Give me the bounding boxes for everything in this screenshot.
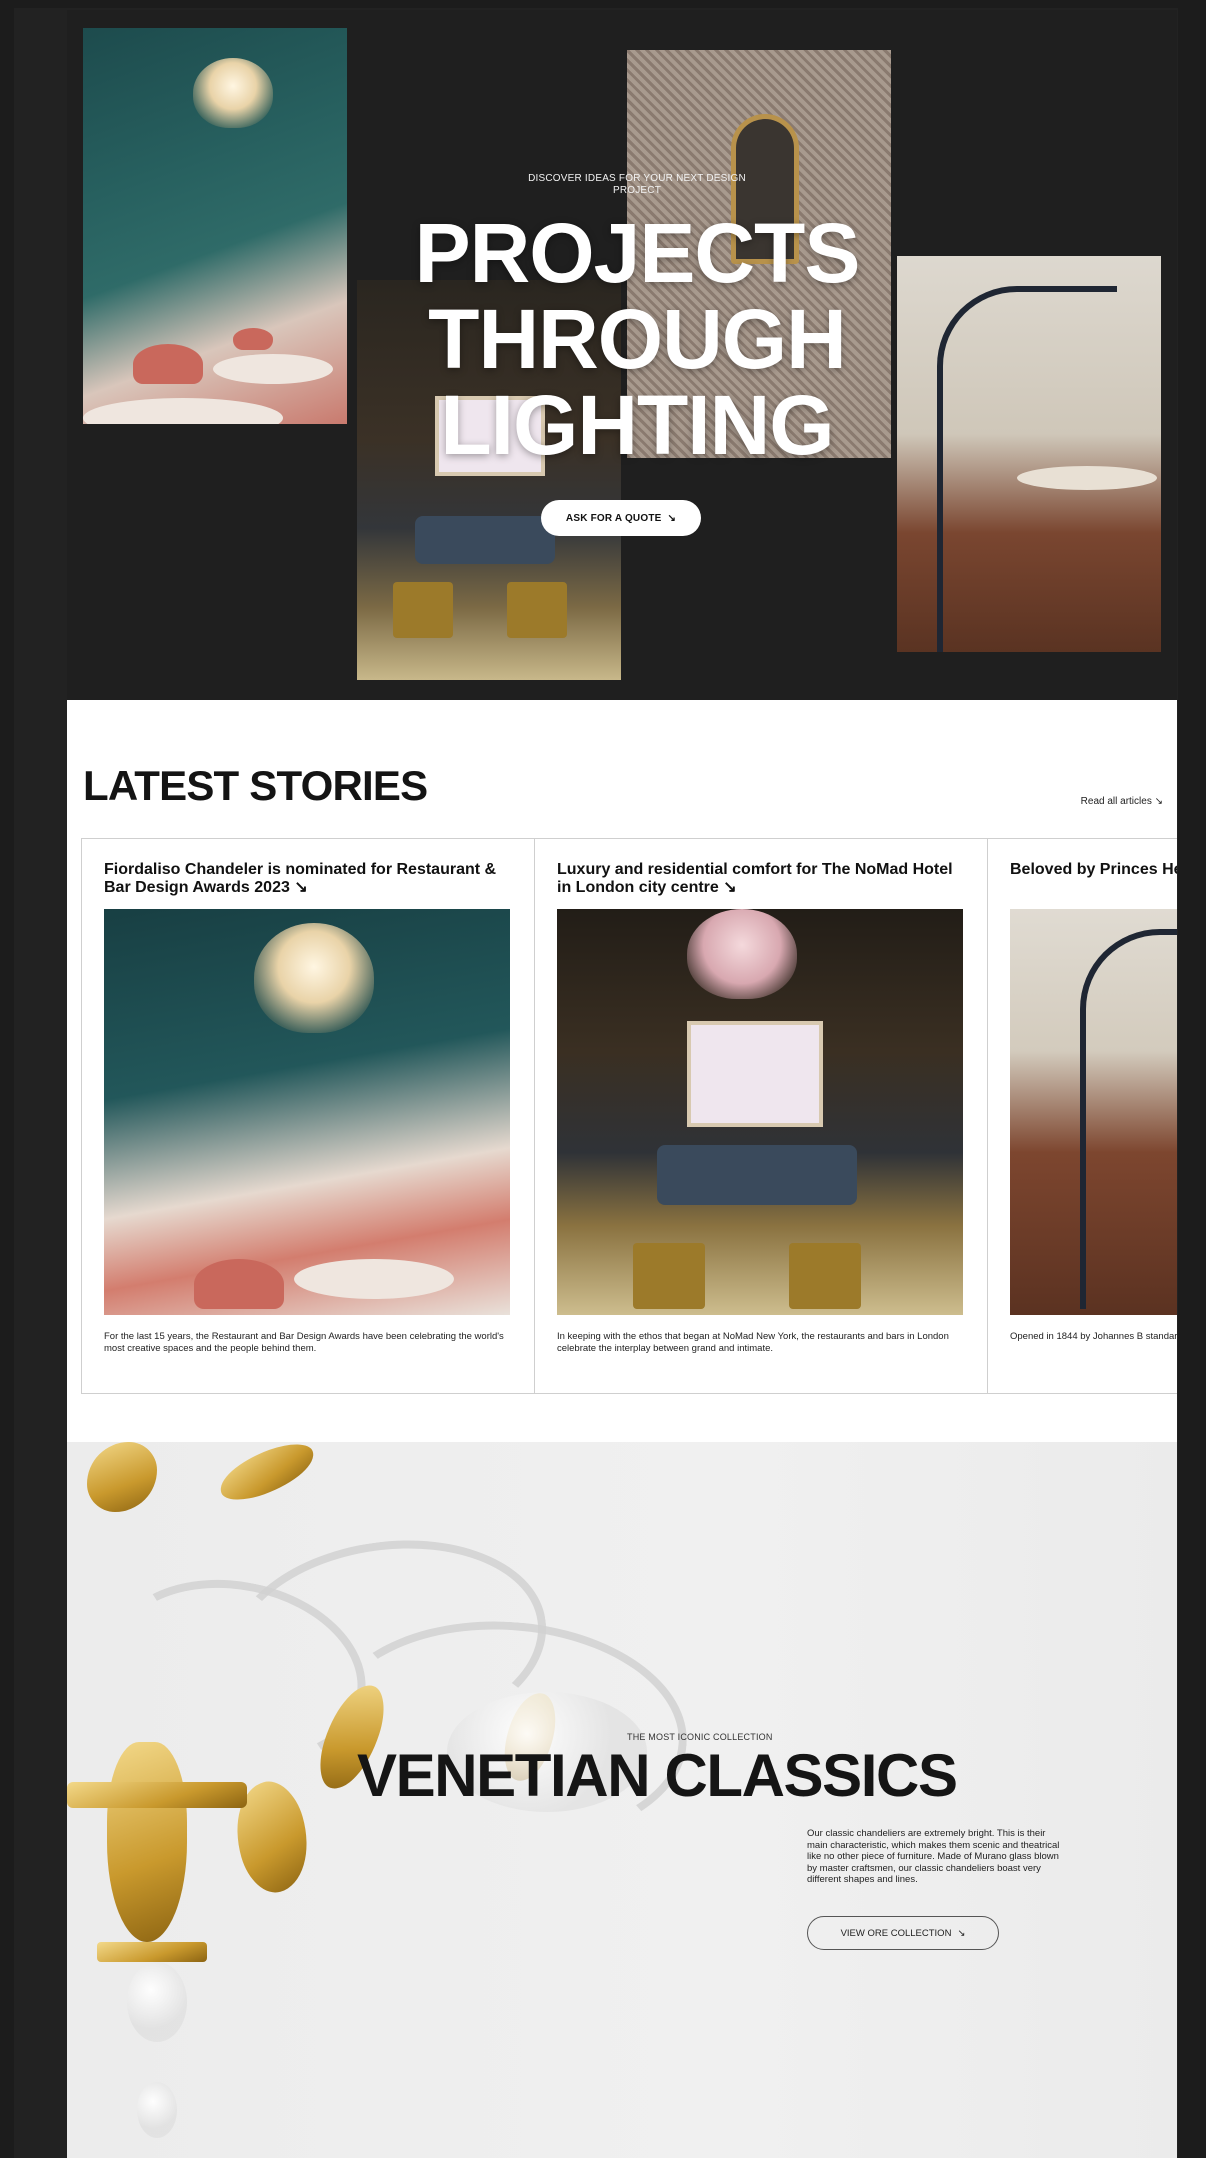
hero-section: DISCOVER IDEAS FOR YOUR NEXT DESIGN PROJ… (67, 10, 1177, 700)
hero-title-line: PROJECTS (414, 206, 861, 300)
venetian-classics-section: THE MOST ICONIC COLLECTION VENETIAN CLAS… (67, 1436, 1177, 2158)
story-card-title-text: Beloved by Princes Hepburn Baur au L (1010, 861, 1177, 878)
collection-title: VENETIAN CLASSICS (357, 1742, 958, 1809)
glass-bulb-shape (127, 1962, 187, 2042)
story-card-title[interactable]: Fiordaliso Chandeler is nominated for Re… (104, 861, 512, 909)
banister-shape (1080, 929, 1177, 1309)
section-title: LATEST STORIES (83, 762, 428, 809)
story-card-image[interactable] (557, 909, 963, 1315)
arrow-down-right-icon: ↘ (667, 512, 677, 524)
glass-drop-shape (137, 2082, 177, 2138)
read-all-articles-link[interactable]: Read all articles ↘ (1081, 796, 1163, 807)
hero-kicker: DISCOVER IDEAS FOR YOUR NEXT DESIGN PROJ… (528, 173, 746, 196)
view-collection-button[interactable]: VIEW ORE COLLECTION ↘ (807, 1916, 999, 1950)
story-card-image[interactable] (104, 909, 510, 1315)
chair-shape (194, 1259, 284, 1309)
ask-for-quote-label: ASK FOR A QUOTE (565, 512, 662, 524)
story-card-image[interactable] (1010, 909, 1177, 1315)
framed-art-shape (687, 1021, 823, 1127)
hero-title-line: THROUGH (428, 292, 847, 386)
stool-shape (633, 1243, 705, 1309)
stool-shape (789, 1243, 861, 1309)
gold-leaf-shape (213, 1436, 321, 1508)
arrow-down-right-icon: ↘ (294, 879, 308, 896)
collection-description: Our classic chandeliers are extremely br… (807, 1828, 1060, 1885)
stories-carousel[interactable]: Fiordaliso Chandeler is nominated for Re… (81, 838, 1177, 1394)
story-card-title-text: Luxury and residential comfort for The N… (557, 861, 953, 896)
gold-leaf-shape (107, 1742, 187, 1942)
arrow-down-right-icon: ↘ (957, 1927, 966, 1939)
story-card-excerpt: Opened in 1844 by Johannes B standards f… (1010, 1331, 1177, 1342)
table-shape (294, 1259, 454, 1299)
page[interactable]: DISCOVER IDEAS FOR YOUR NEXT DESIGN PROJ… (67, 10, 1177, 2158)
arrow-down-right-icon: ↘ (1154, 796, 1163, 807)
collection-kicker: THE MOST ICONIC COLLECTION (627, 1732, 773, 1742)
ask-for-quote-button[interactable]: ASK FOR A QUOTE ↘ (541, 500, 701, 536)
read-all-label: Read all articles (1080, 796, 1152, 807)
hero-title-line: LIGHTING (440, 378, 834, 472)
gold-band-shape (67, 1782, 247, 1808)
latest-stories-section: LATEST STORIES Read all articles ↘ Fiord… (67, 700, 1177, 1442)
story-card[interactable]: Luxury and residential comfort for The N… (534, 838, 987, 1394)
hero-title: PROJECTS THROUGH LIGHTING (367, 210, 907, 468)
sofa-shape (657, 1145, 857, 1205)
gold-band-shape (97, 1942, 207, 1962)
story-card-title[interactable]: Luxury and residential comfort for The N… (557, 861, 965, 909)
story-card-excerpt: For the last 15 years, the Restaurant an… (104, 1331, 504, 1354)
chandelier-shape (254, 923, 374, 1033)
story-card-excerpt: In keeping with the ethos that began at … (557, 1331, 949, 1354)
arrow-down-right-icon: ↘ (723, 879, 737, 896)
story-card[interactable]: Fiordaliso Chandeler is nominated for Re… (81, 838, 534, 1394)
hero-content: DISCOVER IDEAS FOR YOUR NEXT DESIGN PROJ… (67, 10, 1177, 700)
gold-flower-shape (87, 1442, 157, 1512)
story-card-title[interactable]: Beloved by Princes Hepburn Baur au L (1010, 861, 1177, 909)
story-card[interactable]: Beloved by Princes Hepburn Baur au L Ope… (987, 838, 1177, 1394)
view-collection-label: VIEW ORE COLLECTION (840, 1927, 952, 1939)
chandelier-shape (687, 909, 797, 999)
